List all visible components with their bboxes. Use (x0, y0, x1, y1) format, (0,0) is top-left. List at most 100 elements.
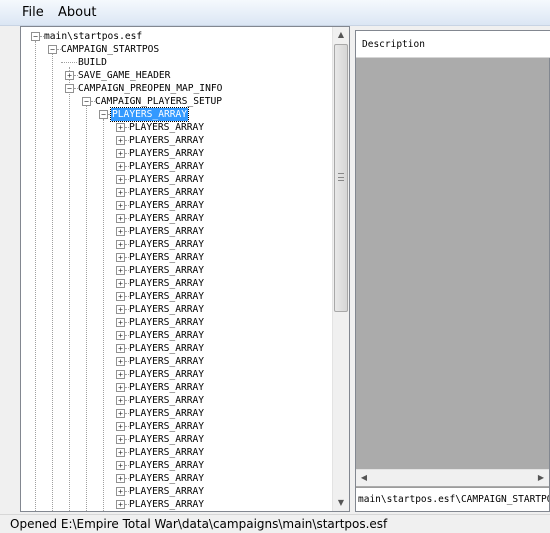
tree-node-label[interactable]: PLAYERS_ARRAY (128, 420, 205, 433)
tree-node[interactable]: +PLAYERS_ARRAY (21, 381, 333, 394)
tree-node-label[interactable]: PLAYERS_ARRAY (128, 251, 205, 264)
tree-node[interactable]: +PLAYERS_ARRAY (21, 433, 333, 446)
expand-icon[interactable]: + (116, 162, 125, 171)
tree-node[interactable]: +PLAYERS_ARRAY (21, 420, 333, 433)
expand-icon[interactable]: + (116, 396, 125, 405)
tree-node[interactable]: +PLAYERS_ARRAY (21, 459, 333, 472)
tree-node[interactable]: − main\startpos.esf (21, 30, 333, 43)
tree-node-label[interactable]: PLAYERS_ARRAY (128, 147, 205, 160)
expand-icon[interactable]: + (116, 201, 125, 210)
tree-node-label[interactable]: PLAYERS_ARRAY (128, 511, 205, 512)
tree-node-label[interactable]: PLAYERS_ARRAY (128, 212, 205, 225)
tree-node-label[interactable]: PLAYERS_ARRAY (128, 329, 205, 342)
tree-node[interactable]: +PLAYERS_ARRAY (21, 264, 333, 277)
expand-icon[interactable]: + (116, 344, 125, 353)
collapse-icon[interactable]: − (48, 45, 57, 54)
tree-node-label[interactable]: PLAYERS_ARRAY (128, 160, 205, 173)
tree-node-label[interactable]: PLAYERS_ARRAY (128, 485, 205, 498)
expand-icon[interactable]: + (116, 253, 125, 262)
tree-node[interactable]: +PLAYERS_ARRAY (21, 355, 333, 368)
tree-node[interactable]: +PLAYERS_ARRAY (21, 147, 333, 160)
expand-icon[interactable]: + (116, 240, 125, 249)
tree-node[interactable]: +PLAYERS_ARRAY (21, 329, 333, 342)
expand-icon[interactable]: + (116, 279, 125, 288)
menu-about[interactable]: About (56, 5, 98, 20)
expand-icon[interactable]: + (116, 136, 125, 145)
expand-icon[interactable]: + (116, 331, 125, 340)
tree-node[interactable]: + SAVE_GAME_HEADER (21, 69, 333, 82)
tree-node[interactable]: +PLAYERS_ARRAY (21, 277, 333, 290)
tree-node[interactable]: +PLAYERS_ARRAY (21, 511, 333, 512)
expand-icon[interactable]: + (116, 214, 125, 223)
tree-node[interactable]: +PLAYERS_ARRAY (21, 251, 333, 264)
scroll-left-arrow-icon[interactable]: ◀ (356, 470, 372, 486)
tree-node-label[interactable]: PLAYERS_ARRAY (128, 368, 205, 381)
details-horizontal-scrollbar[interactable]: ◀ ▶ (356, 469, 549, 486)
tree-node[interactable]: BUILD (21, 56, 333, 69)
tree-vertical-scrollbar[interactable]: ▲ ▼ (332, 27, 349, 511)
tree-node-label[interactable]: CAMPAIGN_PREOPEN_MAP_INFO (77, 82, 223, 95)
tree-node[interactable]: +PLAYERS_ARRAY (21, 160, 333, 173)
tree-node[interactable]: +PLAYERS_ARRAY (21, 212, 333, 225)
tree-node[interactable]: − CAMPAIGN_PLAYERS_SETUP (21, 95, 333, 108)
expand-icon[interactable]: + (65, 71, 74, 80)
expand-icon[interactable]: + (116, 500, 125, 509)
tree-node-label[interactable]: PLAYERS_ARRAY (128, 446, 205, 459)
expand-icon[interactable]: + (116, 370, 125, 379)
tree-node[interactable]: +PLAYERS_ARRAY (21, 186, 333, 199)
menu-file[interactable]: File (20, 5, 46, 20)
tree-node-label[interactable]: PLAYERS_ARRAY (128, 238, 205, 251)
tree-node[interactable]: − PLAYERS_ARRAY (21, 107, 333, 122)
expand-icon[interactable]: + (116, 188, 125, 197)
expand-icon[interactable]: + (116, 422, 125, 431)
scroll-right-arrow-icon[interactable]: ▶ (533, 470, 549, 486)
tree-node-label[interactable]: SAVE_GAME_HEADER (77, 69, 171, 82)
tree-node-label[interactable]: PLAYERS_ARRAY (128, 381, 205, 394)
tree-node[interactable]: +PLAYERS_ARRAY (21, 121, 333, 134)
expand-icon[interactable]: + (116, 318, 125, 327)
tree-node-label[interactable]: PLAYERS_ARRAY (128, 121, 205, 134)
collapse-icon[interactable]: − (82, 97, 91, 106)
tree-view[interactable]: − main\startpos.esf − CAMPAIGN_STARTPOS BUIL… (20, 26, 350, 512)
tree-node-label[interactable]: main\startpos.esf (43, 30, 143, 43)
scrollbar-thumb[interactable] (334, 44, 348, 312)
tree-node[interactable]: − CAMPAIGN_PREOPEN_MAP_INFO (21, 82, 333, 95)
expand-icon[interactable]: + (116, 266, 125, 275)
tree-node-label[interactable]: PLAYERS_ARRAY (128, 394, 205, 407)
tree-node[interactable]: +PLAYERS_ARRAY (21, 485, 333, 498)
tree-node-label[interactable]: PLAYERS_ARRAY (128, 264, 205, 277)
tree-node[interactable]: +PLAYERS_ARRAY (21, 225, 333, 238)
expand-icon[interactable]: + (116, 383, 125, 392)
expand-icon[interactable]: + (116, 474, 125, 483)
tree-node[interactable]: +PLAYERS_ARRAY (21, 368, 333, 381)
expand-icon[interactable]: + (116, 227, 125, 236)
expand-icon[interactable]: + (116, 292, 125, 301)
expand-icon[interactable]: + (116, 357, 125, 366)
expand-icon[interactable]: + (116, 175, 125, 184)
tree-node[interactable]: +PLAYERS_ARRAY (21, 394, 333, 407)
tree-node-label[interactable]: BUILD (77, 56, 108, 69)
expand-icon[interactable]: + (116, 149, 125, 158)
tree-node[interactable]: +PLAYERS_ARRAY (21, 316, 333, 329)
tree-node-label[interactable]: PLAYERS_ARRAY (128, 459, 205, 472)
tree-node[interactable]: +PLAYERS_ARRAY (21, 199, 333, 212)
node-path-field[interactable]: main\startpos.esf\CAMPAIGN_STARTPOS (356, 487, 549, 511)
tree-node[interactable]: +PLAYERS_ARRAY (21, 303, 333, 316)
expand-icon[interactable]: + (116, 305, 125, 314)
tree-node-label[interactable]: PLAYERS_ARRAY (128, 472, 205, 485)
tree-node-label[interactable]: PLAYERS_ARRAY (128, 342, 205, 355)
tree-node[interactable]: + PLAYERS_ARRAY (21, 498, 333, 511)
column-header-description[interactable]: Description (356, 31, 550, 58)
tree-node-label[interactable]: CAMPAIGN_STARTPOS (60, 43, 160, 56)
expand-icon[interactable]: + (116, 409, 125, 418)
tree-node[interactable]: − CAMPAIGN_STARTPOS (21, 43, 333, 56)
expand-icon[interactable]: + (116, 461, 125, 470)
collapse-icon[interactable]: − (65, 84, 74, 93)
details-table[interactable]: Description ◀ ▶ main\startpos.esf\CAMPAI… (355, 30, 550, 512)
tree-node-label[interactable]: PLAYERS_ARRAY (128, 199, 205, 212)
tree-node[interactable]: +PLAYERS_ARRAY (21, 290, 333, 303)
tree-node-label[interactable]: PLAYERS_ARRAY (128, 498, 205, 511)
tree-node[interactable]: +PLAYERS_ARRAY (21, 173, 333, 186)
tree-node[interactable]: +PLAYERS_ARRAY (21, 134, 333, 147)
tree-node-label[interactable]: PLAYERS_ARRAY (128, 225, 205, 238)
